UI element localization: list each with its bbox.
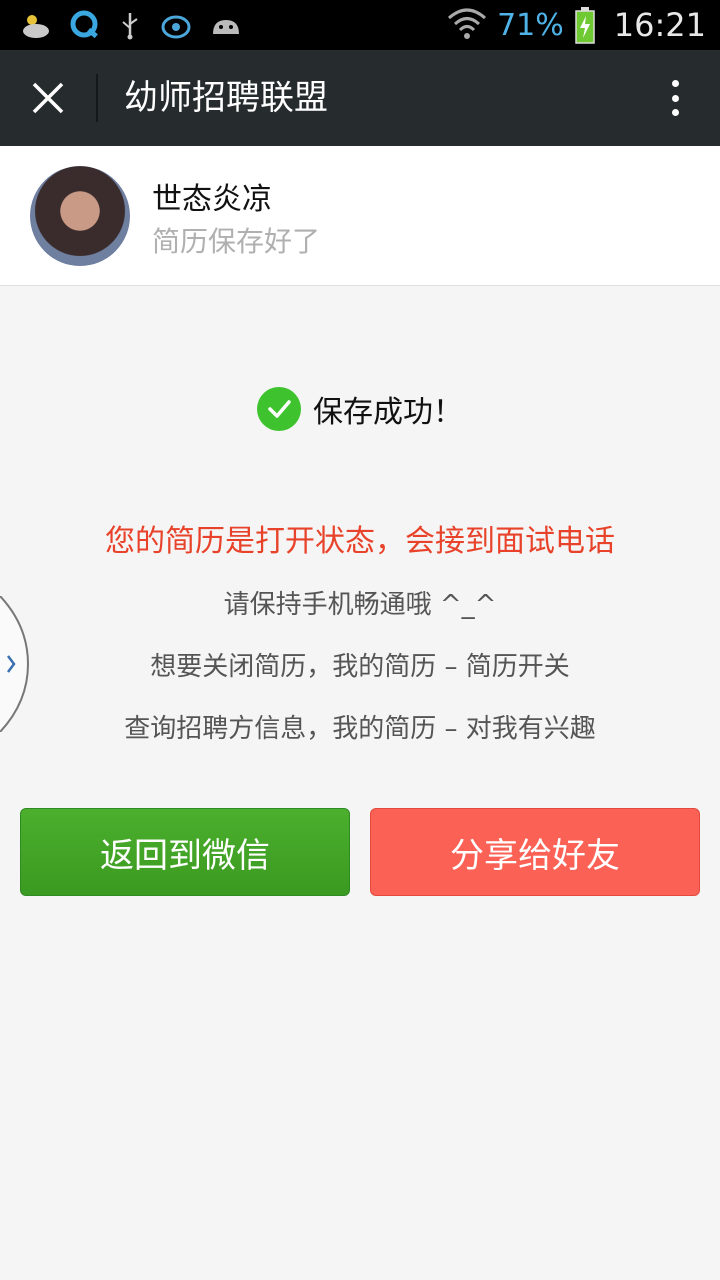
bird-app-icon bbox=[161, 15, 191, 39]
success-text: 保存成功！ bbox=[313, 395, 463, 430]
chevron-right-icon bbox=[0, 595, 30, 733]
hint-close-resume: 想要关闭简历，我的简历 – 简历开关 bbox=[150, 652, 570, 682]
profile-name: 世态炎凉 bbox=[152, 182, 272, 217]
resume-status-notice: 您的简历是打开状态，会接到面试电话 bbox=[105, 524, 615, 559]
page-title: 幼师招聘联盟 bbox=[124, 78, 328, 118]
more-menu-button[interactable] bbox=[660, 74, 690, 122]
check-icon bbox=[257, 387, 301, 431]
android-icon bbox=[213, 20, 239, 34]
battery-icon bbox=[575, 7, 595, 44]
back-to-wechat-button[interactable]: 返回到微信 bbox=[20, 808, 350, 896]
clock: 16:21 bbox=[613, 6, 706, 44]
success-message: 保存成功！ bbox=[0, 386, 720, 432]
wifi-icon bbox=[448, 8, 487, 39]
weather-icon bbox=[23, 15, 49, 38]
q-app-icon bbox=[70, 10, 98, 39]
hint-recruiter-info: 查询招聘方信息，我的简历 – 对我有兴趣 bbox=[124, 714, 596, 744]
profile-header: 世态炎凉 简历保存好了 bbox=[0, 146, 720, 286]
share-to-friends-button[interactable]: 分享给好友 bbox=[370, 808, 700, 896]
system-status: 71% 16:21 bbox=[447, 0, 706, 50]
side-drawer-tab[interactable] bbox=[0, 595, 30, 733]
close-icon bbox=[32, 82, 64, 114]
title-bar: 幼师招聘联盟 bbox=[0, 50, 720, 146]
battery-percent: 71% bbox=[497, 7, 564, 43]
avatar[interactable] bbox=[30, 166, 130, 266]
hint-keep-phone: 请保持手机畅通哦 ^_^ bbox=[223, 590, 497, 620]
more-dot-icon bbox=[671, 94, 679, 102]
close-button[interactable] bbox=[20, 72, 76, 124]
status-bar: 71% 16:21 bbox=[0, 0, 720, 50]
usb-icon bbox=[122, 13, 138, 40]
more-dot-icon bbox=[671, 80, 679, 87]
title-divider bbox=[96, 74, 98, 122]
more-dot-icon bbox=[671, 109, 679, 116]
notification-icons bbox=[18, 8, 242, 42]
profile-subtitle: 简历保存好了 bbox=[152, 225, 321, 258]
